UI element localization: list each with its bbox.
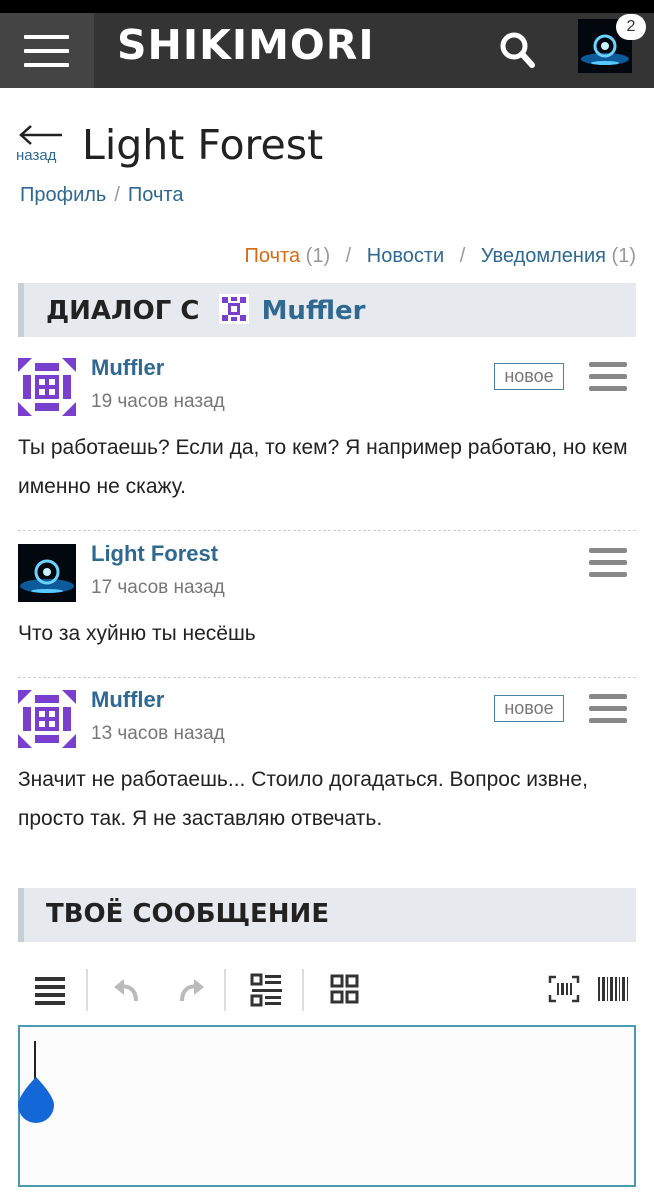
list-view-button[interactable] bbox=[244, 965, 288, 1015]
scan-button[interactable] bbox=[542, 965, 586, 1015]
dialog-heading-user[interactable]: Muffler bbox=[262, 296, 366, 326]
muffler-avatar[interactable] bbox=[18, 690, 76, 748]
back-label: назад bbox=[16, 147, 57, 164]
new-badge: новое bbox=[494, 695, 564, 722]
search-icon bbox=[500, 32, 535, 68]
breadcrumb: Профиль / Почта bbox=[20, 184, 184, 206]
message-menu-button[interactable] bbox=[589, 548, 629, 578]
muffler-avatar-small bbox=[218, 294, 249, 324]
hamburger-menu-icon bbox=[24, 35, 69, 39]
page-title: Light Forest bbox=[82, 121, 324, 169]
dialog-heading: ДИАЛОГ С Muffler bbox=[18, 283, 636, 337]
undo-icon bbox=[114, 979, 138, 1002]
tab-news[interactable]: Новости bbox=[367, 245, 444, 267]
message-time: 19 часов назад bbox=[91, 391, 225, 412]
scan-frame-icon bbox=[548, 975, 580, 1003]
message-menu-button[interactable] bbox=[589, 694, 629, 724]
message-menu-button[interactable] bbox=[589, 362, 629, 392]
tab-mail-count: 1 bbox=[312, 245, 324, 267]
undo-button[interactable] bbox=[106, 965, 150, 1015]
grid-icon bbox=[330, 974, 359, 1004]
message-text: Что за хуйню ты несёшь bbox=[18, 622, 256, 645]
message-input[interactable] bbox=[18, 1025, 636, 1187]
light-forest-avatar[interactable] bbox=[18, 544, 76, 602]
format-menu-button[interactable] bbox=[30, 965, 74, 1015]
tab-notifications[interactable]: Уведомления bbox=[481, 245, 606, 267]
back-link[interactable]: назад bbox=[16, 124, 66, 168]
list-grid-icon bbox=[250, 973, 282, 1007]
hamburger-icon bbox=[589, 362, 627, 367]
top-navigation: SHIKIMORI 2 bbox=[0, 13, 654, 88]
grid-view-button[interactable] bbox=[322, 965, 366, 1015]
status-bar bbox=[0, 0, 654, 13]
tab-mail[interactable]: Почта bbox=[245, 245, 301, 267]
message-divider bbox=[18, 530, 636, 531]
mail-tabs: Почта (1) / Новости / Уведомления (1) bbox=[244, 245, 636, 267]
message-time: 13 часов назад bbox=[91, 723, 225, 744]
message-text: Значит не работаешь... Стоило догадаться… bbox=[18, 768, 588, 830]
search-button[interactable] bbox=[494, 25, 542, 75]
hamburger-icon bbox=[589, 548, 627, 553]
list-lines-icon bbox=[35, 977, 65, 1005]
compose-heading-label: ТВОЁ СООБЩЕНИЕ bbox=[46, 899, 330, 929]
site-logo[interactable]: SHIKIMORI bbox=[117, 21, 375, 69]
breadcrumb-profile[interactable]: Профиль bbox=[20, 184, 106, 206]
notification-count-badge: 2 bbox=[616, 14, 646, 40]
barcode-icon bbox=[598, 977, 628, 1001]
message-author[interactable]: Light Forest bbox=[91, 541, 218, 567]
new-badge: новое bbox=[494, 363, 564, 390]
redo-icon bbox=[180, 979, 204, 1002]
hamburger-menu-button[interactable] bbox=[0, 13, 94, 88]
breadcrumb-mail[interactable]: Почта bbox=[128, 184, 184, 206]
editor-toolbar bbox=[18, 965, 636, 1015]
tab-notifications-count: 1 bbox=[618, 245, 630, 267]
dialog-heading-prefix: ДИАЛОГ С bbox=[46, 296, 200, 326]
hamburger-icon bbox=[589, 694, 627, 699]
back-arrow-icon bbox=[19, 125, 62, 145]
muffler-avatar[interactable] bbox=[18, 358, 76, 416]
message-time: 17 часов назад bbox=[91, 577, 225, 598]
message-author[interactable]: Muffler bbox=[91, 687, 164, 713]
message-divider bbox=[18, 677, 636, 678]
message-author[interactable]: Muffler bbox=[91, 355, 164, 381]
barcode-button[interactable] bbox=[590, 965, 634, 1015]
redo-button[interactable] bbox=[168, 965, 212, 1015]
cursor-handle-icon[interactable] bbox=[16, 1075, 56, 1123]
message-text: Ты работаешь? Если да, то кем? Я наприме… bbox=[18, 436, 628, 498]
compose-heading: ТВОЁ СООБЩЕНИЕ bbox=[18, 888, 636, 942]
